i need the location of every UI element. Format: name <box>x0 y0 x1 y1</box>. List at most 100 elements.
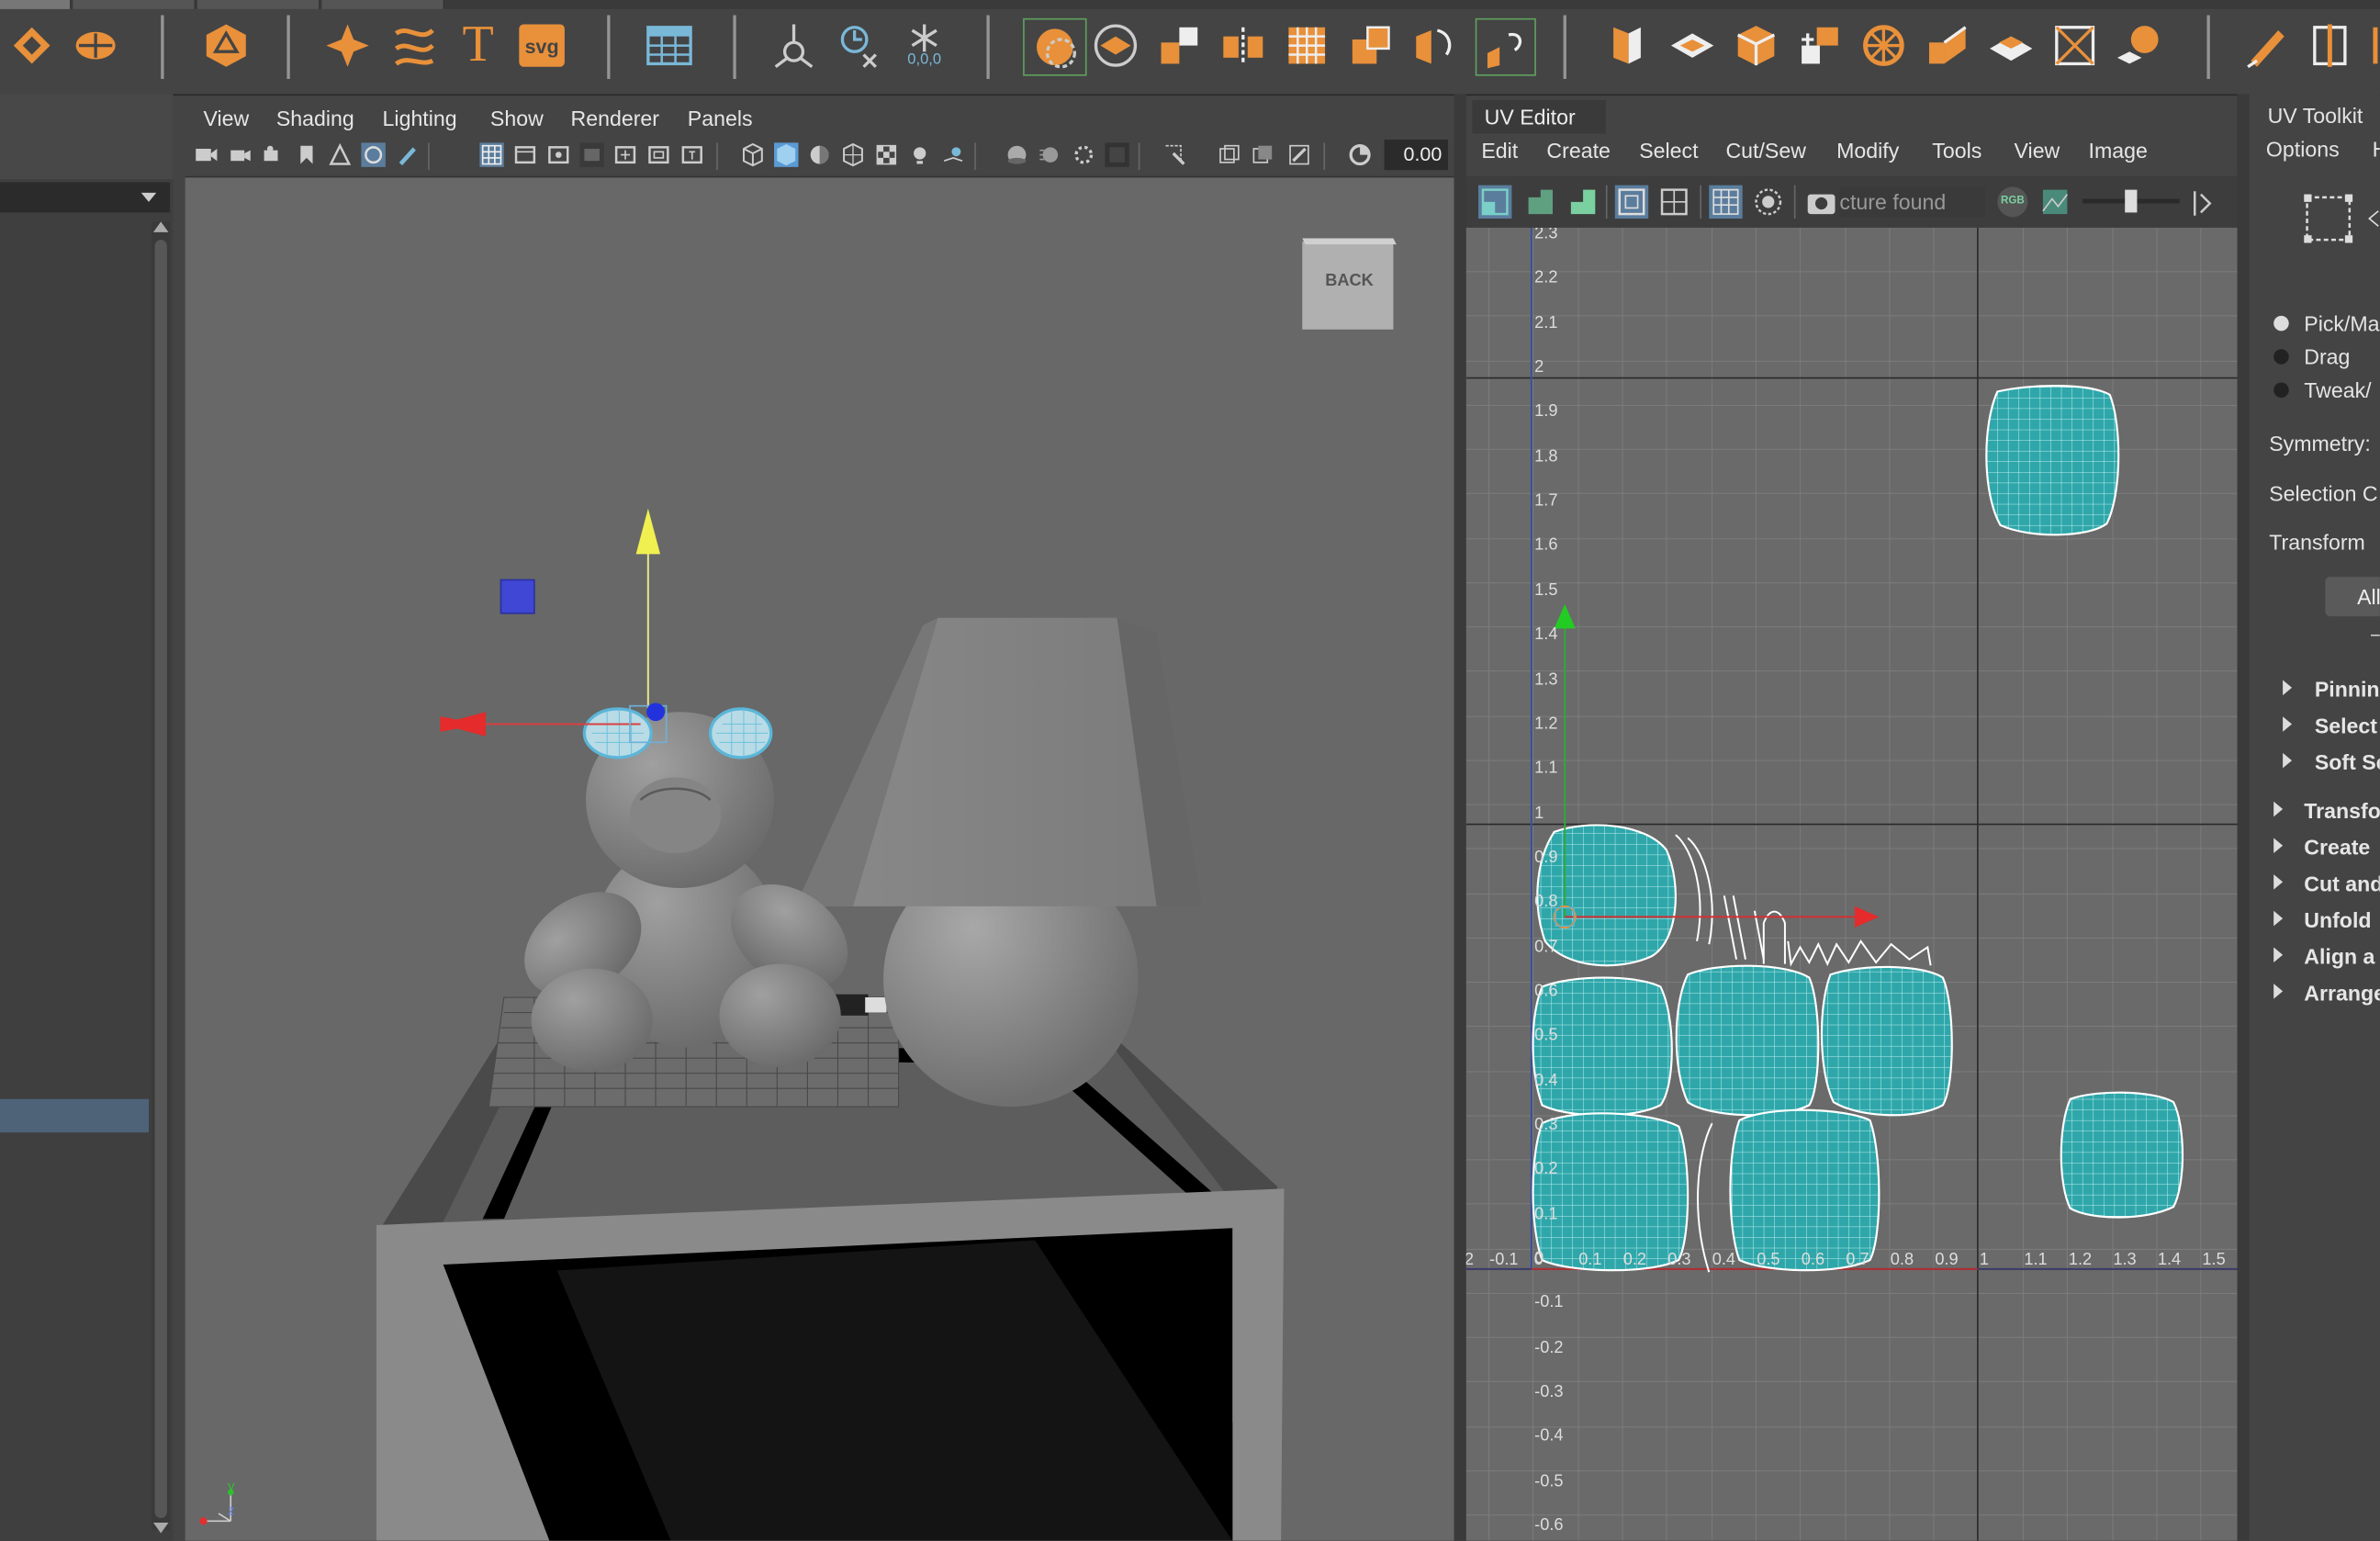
shelf-tab[interactable] <box>196 0 320 9</box>
insert-icon[interactable] <box>2049 18 2101 73</box>
two-d-pan-zoom-icon[interactable] <box>361 142 386 167</box>
separate-icon[interactable] <box>1218 18 1269 73</box>
all-button[interactable]: All <box>2325 577 2380 617</box>
move-pivot-icon[interactable] <box>768 18 819 73</box>
uv-menu-image[interactable]: Image <box>2089 138 2148 162</box>
gate-mask-icon[interactable] <box>579 142 604 167</box>
shelf-tab[interactable] <box>321 0 445 9</box>
menu-show[interactable]: Show <box>490 107 544 130</box>
exposure-icon[interactable] <box>1348 142 1372 166</box>
viewcube-label[interactable]: BACK <box>1306 272 1394 290</box>
use-all-lights-icon[interactable] <box>907 142 931 166</box>
grid-icon[interactable] <box>1281 18 1332 73</box>
combine-icon[interactable] <box>1153 18 1205 73</box>
uv-menu-cut-sew[interactable]: Cut/Sew <box>1725 138 1805 162</box>
section-create[interactable]: Create <box>2304 835 2370 859</box>
panel-divider[interactable] <box>1454 94 1466 1541</box>
svg-icon[interactable]: svg <box>516 18 567 73</box>
section-cut-and-sew[interactable]: Cut and <box>2304 872 2380 895</box>
bookmark-camera-icon[interactable] <box>261 142 285 166</box>
grid-toggle-icon[interactable] <box>479 142 504 167</box>
exposure-field[interactable]: 0.00 <box>1384 140 1448 171</box>
safe-action-icon[interactable] <box>646 142 670 166</box>
menu-view[interactable]: View <box>204 107 250 130</box>
bevel-icon[interactable] <box>1667 18 1718 73</box>
expand-arrow-icon[interactable] <box>2273 984 2284 999</box>
expand-arrow-icon[interactable] <box>2273 838 2284 853</box>
uv-distortion-icon[interactable] <box>1524 186 1557 219</box>
shelf-tab-active[interactable] <box>0 0 72 9</box>
exposure-slider-thumb[interactable] <box>2125 189 2138 213</box>
radio-pick-marquee[interactable] <box>2273 315 2289 332</box>
multi-cut-icon[interactable] <box>1794 18 1846 73</box>
uv-texture-space[interactable]: 2.3 2.2 2.1 2 1.9 1.8 1.7 1.6 1.5 1.4 1.3 1.2 1.1 1 0.… <box>1465 227 2238 1541</box>
uv-editor-title[interactable]: UV Editor <box>1472 100 1606 134</box>
smooth-shade-icon[interactable] <box>774 142 799 167</box>
uv-menu-create[interactable]: Create <box>1546 138 1610 162</box>
uv-menu-edit[interactable]: Edit <box>1481 138 1518 162</box>
channel-box-icon[interactable] <box>644 18 695 73</box>
expand-arrow-icon[interactable] <box>2283 716 2293 732</box>
target-weld-icon[interactable] <box>1858 18 1909 73</box>
safe-title-icon[interactable] <box>680 142 704 166</box>
paint-weights-icon[interactable] <box>2240 18 2292 73</box>
texture-status-field[interactable]: cture found <box>1839 186 1986 218</box>
uv-grid-icon[interactable] <box>1614 185 1649 219</box>
scroll-up-icon[interactable] <box>152 219 170 234</box>
rgb-channel-button[interactable]: RGB <box>1997 186 2028 218</box>
chevron-left-icon[interactable] <box>2368 209 2380 228</box>
uv-shell-icon[interactable] <box>1478 185 1512 219</box>
freeze-icon[interactable]: 0,0,0 <box>899 18 950 73</box>
grease-pencil-icon[interactable] <box>395 142 419 166</box>
uv-menu-tools[interactable]: Tools <box>1932 138 1981 162</box>
section-unfold[interactable]: Unfold <box>2304 907 2371 931</box>
scroll-down-icon[interactable] <box>152 1521 170 1536</box>
radio-drag[interactable] <box>2273 349 2289 365</box>
depth-of-field-icon[interactable] <box>1105 142 1129 167</box>
polygon-icon[interactable] <box>6 18 58 73</box>
bookmark-icon[interactable] <box>295 142 319 166</box>
radio-tweak[interactable] <box>2273 382 2289 399</box>
expand-arrow-icon[interactable] <box>2273 874 2284 890</box>
snapshot-camera-icon[interactable] <box>1806 188 1836 216</box>
xray-joints-icon[interactable] <box>1251 142 1274 166</box>
menu-renderer[interactable]: Renderer <box>571 107 659 130</box>
textured-icon[interactable] <box>874 142 898 166</box>
camera-attributes-icon[interactable] <box>228 142 252 166</box>
curve-icon[interactable] <box>388 18 440 73</box>
type-icon[interactable]: T <box>453 17 504 73</box>
section-select[interactable]: Select <box>2315 714 2377 737</box>
uv-toolkit-title[interactable]: UV Toolkit <box>2268 103 2363 127</box>
screen-space-ao-icon[interactable] <box>1005 142 1028 166</box>
uv-menu-select[interactable]: Select <box>1639 138 1698 162</box>
expand-arrow-icon[interactable] <box>2273 910 2284 927</box>
lasso-icon[interactable] <box>1023 17 1087 76</box>
section-arrange[interactable]: Arrange <box>2304 981 2380 1005</box>
edge-loop-icon[interactable] <box>1922 18 1973 73</box>
sculpt-icon[interactable] <box>70 18 121 73</box>
uv-udim-icon[interactable] <box>1709 185 1743 219</box>
field-chart-icon[interactable] <box>613 142 637 166</box>
film-gate-icon[interactable] <box>513 142 537 166</box>
xray-components-icon[interactable] <box>1287 142 1311 166</box>
snap-icon[interactable] <box>832 18 883 73</box>
expand-arrow-icon[interactable] <box>2283 680 2293 696</box>
resolution-gate-icon[interactable] <box>546 142 570 166</box>
append-icon[interactable] <box>2113 18 2164 73</box>
connect-icon[interactable] <box>2304 18 2355 73</box>
marquee-select-icon[interactable] <box>2301 191 2356 246</box>
default-material-icon[interactable] <box>807 142 831 166</box>
menu-shading[interactable]: Shading <box>276 107 354 130</box>
image-display-icon[interactable] <box>2040 186 2071 217</box>
motion-blur-icon[interactable] <box>1038 142 1062 166</box>
section-pinning[interactable]: Pinnin <box>2315 677 2380 701</box>
image-plane-icon[interactable] <box>328 142 352 166</box>
section-transform[interactable]: Transfo <box>2304 798 2380 822</box>
uv-checker-icon[interactable] <box>1566 186 1600 219</box>
extract-icon[interactable] <box>1345 18 1397 73</box>
offset-icon[interactable] <box>1985 18 2037 73</box>
menu-lighting[interactable]: Lighting <box>383 107 457 130</box>
expand-arrow-icon[interactable] <box>2273 801 2284 817</box>
section-align-and-snap[interactable]: Align a <box>2304 944 2374 968</box>
outliner-selected-row[interactable] <box>0 1098 149 1133</box>
